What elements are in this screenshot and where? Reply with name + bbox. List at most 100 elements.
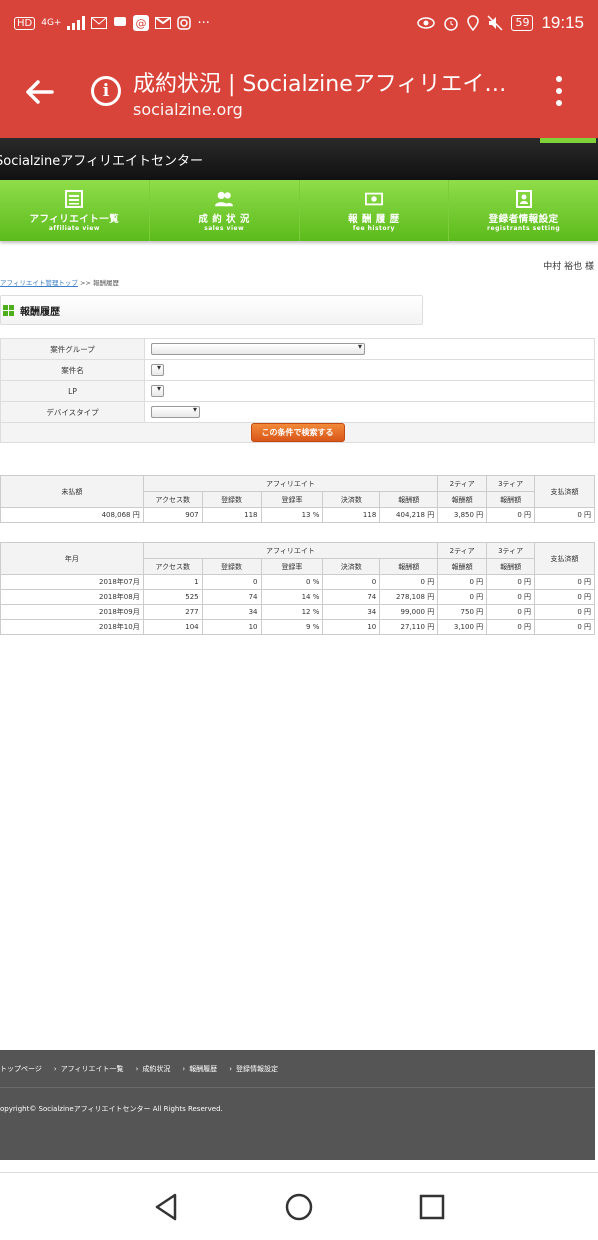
cell-paid: 0 円 (534, 604, 595, 620)
nav-label: 登録者情報設定 (488, 213, 559, 225)
section-title: 報酬履歴 (20, 306, 60, 318)
col-reward: 報酬額 (379, 491, 439, 508)
mail-icon (91, 17, 108, 29)
device-type-select[interactable] (151, 405, 200, 418)
footer-link-sales[interactable]: 成約状況 (136, 1064, 170, 1074)
cell-settled: 74 (322, 589, 381, 605)
footer-link-top[interactable]: トップページ (0, 1064, 42, 1074)
location-icon (467, 15, 480, 31)
table-row: 2018年10月 104 10 9 % 10 27,110 円 3,100 円 … (0, 619, 595, 635)
col-tier3-reward: 報酬額 (486, 558, 536, 575)
cell-access: 104 (142, 619, 203, 635)
instagram-icon (177, 16, 192, 30)
nav-sublabel: fee history (352, 224, 395, 232)
nav-fee-history[interactable]: 報 酬 履 歴 fee history (300, 180, 450, 241)
col-month: 年月 (0, 542, 144, 575)
form-row: 案件グループ (0, 338, 595, 360)
recents-square-icon[interactable] (416, 1191, 448, 1223)
cell-reward: 278,108 円 (379, 589, 439, 605)
users-icon (215, 191, 234, 206)
hd-indicator: HD (14, 16, 36, 30)
cell-tier2: 3,100 円 (437, 619, 488, 635)
breadcrumb-separator: >> (79, 279, 91, 287)
site-info-icon[interactable]: i (91, 76, 121, 106)
signal-label: 4G+ (41, 18, 62, 28)
home-circle-icon[interactable] (283, 1191, 315, 1223)
gmail-icon (155, 17, 172, 29)
user-name: 中村 裕也 様 (543, 262, 594, 272)
cell-reg-rate: 0 % (260, 574, 324, 590)
browser-toolbar: i 成約状況 | Socialzineアフィリエイ… socialzine.or… (0, 46, 598, 138)
nav-sublabel: affiliate view (48, 224, 100, 232)
nav-registrants-setting[interactable]: 登録者情報設定 registrants setting (449, 180, 598, 241)
at-icon: @ (133, 15, 150, 31)
main-nav: アフィリエイト一覧 affiliate view 成 約 状 況 sales v… (0, 180, 598, 241)
more-notifications-icon: ··· (197, 15, 210, 31)
overflow-menu-icon[interactable] (552, 76, 566, 106)
section-header: 報酬履歴 (0, 295, 423, 325)
cell-settled: 10 (322, 619, 381, 635)
table-row: 2018年09月 277 34 12 % 34 99,000 円 750 円 0… (0, 604, 595, 620)
section-grid-icon (3, 304, 14, 316)
page-url[interactable]: socialzine.org (133, 100, 243, 119)
cell-reward: 0 円 (379, 574, 439, 590)
col-reg-rate: 登録率 (260, 491, 324, 508)
site-title[interactable]: Socialzineアフィリエイトセンター (0, 150, 203, 169)
footer-link-fee-history[interactable]: 報酬履歴 (182, 1064, 217, 1074)
cell-tier2: 0 円 (437, 574, 488, 590)
cell-registrations: 34 (201, 604, 262, 620)
col-tier2-reward: 報酬額 (437, 491, 488, 508)
case-name-select[interactable] (151, 363, 164, 376)
case-group-select[interactable] (151, 342, 365, 355)
cell-tier3: 0 円 (486, 604, 536, 620)
profile-icon (515, 189, 532, 208)
cell-month: 2018年09月 (0, 604, 144, 620)
col-tier2-reward: 報酬額 (437, 558, 488, 575)
form-row: この条件で検索する (0, 422, 595, 443)
cell-registrations: 74 (201, 589, 262, 605)
chat-icon (114, 17, 127, 26)
cell-settled: 118 (322, 507, 381, 523)
page-title[interactable]: 成約状況 | Socialzineアフィリエイ… (133, 66, 506, 98)
nav-sales-view[interactable]: 成 約 状 況 sales view (150, 180, 300, 241)
cell-unpaid: 408,068 円 (0, 507, 144, 523)
cell-tier3: 0 円 (486, 507, 536, 523)
col-tier3-reward: 報酬額 (486, 491, 536, 508)
list-icon (65, 189, 84, 208)
alarm-icon (444, 17, 459, 31)
cell-tier3: 0 円 (486, 619, 536, 635)
cell-registrations: 0 (201, 574, 262, 590)
footer-link-affiliate-list[interactable]: アフィリエイト一覧 (54, 1064, 124, 1074)
col-tier3: 3ティア (486, 542, 536, 559)
cell-access: 277 (142, 604, 203, 620)
nav-sublabel: sales view (204, 224, 245, 232)
col-unpaid: 未払額 (0, 475, 144, 508)
lp-select[interactable] (151, 384, 164, 397)
table-row: 2018年08月 525 74 14 % 74 278,108 円 0 円 0 … (0, 589, 595, 605)
footer-link-registration[interactable]: 登録情報設定 (229, 1064, 278, 1074)
clock: 19:15 (541, 13, 584, 32)
search-button[interactable]: この条件で検索する (250, 423, 345, 442)
back-arrow-icon[interactable] (22, 74, 58, 110)
breadcrumb: アフィリエイト管理トップ >> 報酬履歴 (0, 277, 119, 287)
form-label: 案件グループ (0, 338, 145, 360)
col-tier2: 2ティア (437, 542, 488, 559)
breadcrumb-link-top[interactable]: アフィリエイト管理トップ (0, 279, 78, 287)
nav-label: アフィリエイト一覧 (29, 213, 120, 225)
col-access: アクセス数 (142, 558, 203, 575)
battery-indicator: 59 (511, 15, 534, 31)
cell-month: 2018年10月 (0, 619, 144, 635)
form-label: デバイスタイプ (0, 401, 145, 423)
status-bar: HD 4G+ @ ··· 59 19:15 (0, 0, 598, 46)
cell-reg-rate: 14 % (260, 589, 324, 605)
col-reward: 報酬額 (379, 558, 439, 575)
col-registrations: 登録数 (201, 491, 262, 508)
nav-affiliate-list[interactable]: アフィリエイト一覧 affiliate view (0, 180, 150, 241)
form-button-cell: この条件で検索する (0, 422, 595, 443)
footer-links: トップページ アフィリエイト一覧 成約状況 報酬履歴 登録情報設定 (0, 1050, 595, 1088)
cell-tier2: 3,850 円 (437, 507, 488, 523)
cell-settled: 0 (322, 574, 381, 590)
back-triangle-icon[interactable] (150, 1191, 182, 1223)
cell-tier2: 0 円 (437, 589, 488, 605)
mute-icon (487, 15, 503, 31)
